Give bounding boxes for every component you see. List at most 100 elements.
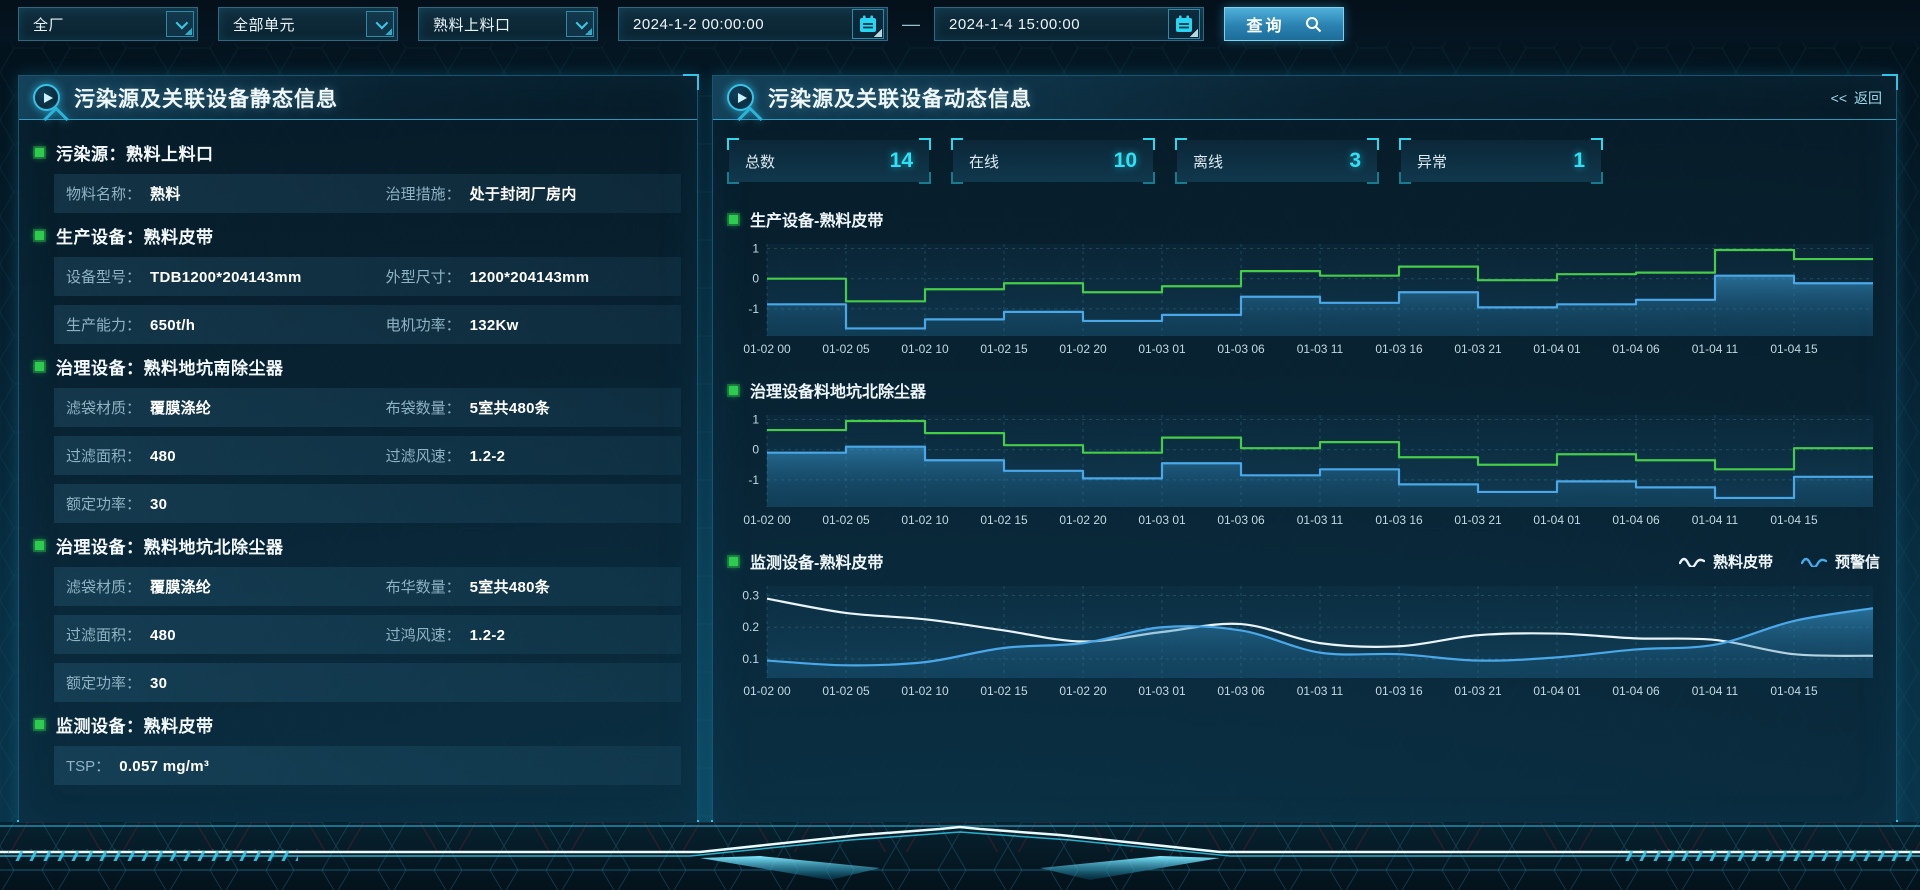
stat-value: 10 (1114, 149, 1137, 173)
back-button-label: 返回 (1854, 88, 1882, 108)
info-label: 布华数量： (386, 576, 461, 597)
svg-text:01-04 15: 01-04 15 (1770, 684, 1818, 698)
info-section-heading: 生产设备：熟料皮带 (35, 223, 681, 248)
svg-text:01-03 21: 01-03 21 (1454, 684, 1502, 698)
chart-block-2: 监测设备-熟料皮带熟料皮带预警信0.30.20.101-02 0001-02 0… (727, 548, 1882, 707)
info-label: 过滤风速： (386, 445, 461, 466)
svg-text:01-04 15: 01-04 15 (1770, 342, 1818, 356)
play-icon (727, 84, 754, 111)
legend-item-预警信[interactable]: 预警信 (1801, 551, 1880, 572)
svg-text:01-04 11: 01-04 11 (1692, 684, 1739, 698)
stat-box-离线: 离线3 (1177, 140, 1377, 182)
info-row: TSP：0.057 mg/m³ (54, 746, 681, 785)
info-label: 滤袋材质： (66, 576, 141, 597)
svg-text:01-03 16: 01-03 16 (1375, 684, 1423, 698)
info-row: 设备型号： TDB1200*204143mm 外型尺寸： 1200*204143mm (54, 257, 681, 296)
play-icon (33, 84, 60, 111)
green-square-bullet-icon (35, 148, 44, 157)
svg-text:01-02 10: 01-02 10 (901, 513, 949, 527)
info-section-heading: 监测设备：熟料皮带 (35, 712, 681, 737)
svg-text:1: 1 (752, 413, 759, 427)
info-row: 滤袋材质：覆膜涤纶布袋数量：5室共480条 (54, 388, 681, 427)
svg-text:01-02 15: 01-02 15 (980, 342, 1028, 356)
date-to-field[interactable]: 2024-1-4 15:00:00 (934, 7, 1204, 41)
info-row: 生产能力：650t/h电机功率：132Kw (54, 305, 681, 344)
info-label: 布袋数量： (386, 397, 461, 418)
chart-canvas: 10-101-02 0001-02 0501-02 1001-02 1501-0… (727, 238, 1877, 360)
dynamic-info-body: 总数14在线10离线3异常1 生产设备-熟料皮带10-101-02 0001-0… (713, 120, 1896, 729)
info-value: 1200*204143mm (470, 269, 590, 286)
info-row: 物料名称：熟料治理措施：处于封闭厂房内 (54, 174, 681, 213)
info-label: 设备型号： (66, 266, 141, 287)
info-value: TDB1200*204143mm (150, 269, 302, 286)
info-value: 1.2-2 (470, 627, 506, 644)
stat-label: 总数 (745, 151, 775, 172)
svg-text:01-04 01: 01-04 01 (1533, 684, 1581, 698)
date-from-value: 2024-1-2 00:00:00 (633, 16, 764, 33)
svg-text:01-03 21: 01-03 21 (1454, 342, 1502, 356)
info-row: 滤袋材质：覆膜涤纶布华数量：5室共480条 (54, 567, 681, 606)
info-value: 覆膜涤纶 (150, 576, 211, 597)
svg-text:01-02 20: 01-02 20 (1059, 684, 1107, 698)
info-label: 额定功率： (66, 493, 141, 514)
info-section-heading: 治理设备：熟料地坑北除尘器 (35, 533, 681, 558)
static-panel-header: 污染源及关联设备静态信息 (19, 76, 697, 120)
legend-item-熟料皮带[interactable]: 熟料皮带 (1679, 551, 1773, 572)
svg-text:-1: -1 (748, 473, 759, 487)
info-value: 480 (150, 627, 176, 644)
query-button-label: 查询 (1246, 12, 1284, 36)
info-value: 1.2-2 (470, 448, 506, 465)
info-label: 外型尺寸： (386, 266, 461, 287)
calendar-icon[interactable] (1168, 9, 1200, 39)
info-label: 过滤面积： (66, 445, 141, 466)
info-label: 滤袋材质： (66, 397, 141, 418)
stat-value: 14 (890, 149, 913, 173)
svg-text:0.2: 0.2 (742, 620, 759, 634)
info-value: 650t/h (150, 317, 195, 334)
back-button[interactable]: << 返回 (1831, 88, 1882, 108)
chart-canvas: 10-101-02 0001-02 0501-02 1001-02 1501-0… (727, 409, 1877, 531)
svg-text:01-04 06: 01-04 06 (1612, 684, 1660, 698)
pollution-source-select[interactable]: 熟料上料口 (418, 7, 598, 41)
dynamic-panel-header: 污染源及关联设备动态信息 << 返回 (713, 76, 1896, 120)
dynamic-panel-title: 污染源及关联设备动态信息 (768, 83, 1032, 113)
svg-text:0: 0 (752, 443, 759, 457)
query-button[interactable]: 查询 (1224, 7, 1344, 41)
green-square-bullet-icon (35, 720, 44, 729)
calendar-icon[interactable] (852, 9, 884, 39)
svg-text:01-03 01: 01-03 01 (1138, 513, 1186, 527)
svg-text:01-03 11: 01-03 11 (1297, 684, 1344, 698)
date-from-field[interactable]: 2024-1-2 00:00:00 (618, 7, 888, 41)
svg-text:01-03 01: 01-03 01 (1138, 684, 1186, 698)
date-to-value: 2024-1-4 15:00:00 (949, 16, 1080, 33)
chevron-down-icon (366, 11, 394, 37)
wave-line-icon (1801, 555, 1827, 567)
svg-text:01-03 06: 01-03 06 (1217, 513, 1265, 527)
svg-text:01-04 06: 01-04 06 (1612, 342, 1660, 356)
svg-text:01-04 01: 01-04 01 (1533, 342, 1581, 356)
section-heading-text: 污染源：熟料上料口 (56, 140, 214, 165)
svg-text:01-02 20: 01-02 20 (1059, 513, 1107, 527)
info-label: 过滤面积： (66, 624, 141, 645)
wave-line-icon (1679, 555, 1705, 567)
static-panel-title: 污染源及关联设备静态信息 (74, 83, 338, 113)
info-row: 额定功率：30 (54, 484, 681, 523)
info-value: 处于封闭厂房内 (470, 183, 577, 204)
back-arrows-icon: << (1831, 90, 1847, 106)
svg-text:01-02 10: 01-02 10 (901, 342, 949, 356)
stat-box-异常: 异常1 (1401, 140, 1601, 182)
chevron-down-icon (566, 11, 594, 37)
svg-text:01-03 11: 01-03 11 (1297, 342, 1344, 356)
svg-text:0.1: 0.1 (742, 652, 759, 666)
stat-box-在线: 在线10 (953, 140, 1153, 182)
plant-select[interactable]: 全厂 (18, 7, 198, 41)
info-value: 5室共480条 (470, 397, 550, 418)
stat-box-总数: 总数 14 (729, 140, 929, 182)
svg-text:01-03 11: 01-03 11 (1297, 513, 1344, 527)
info-label: 生产能力： (66, 314, 141, 335)
svg-text:01-03 01: 01-03 01 (1138, 342, 1186, 356)
svg-text:01-04 06: 01-04 06 (1612, 513, 1660, 527)
topbar: 全厂 全部单元 熟料上料口 2024-1-2 00:00:00 — 2024-1… (0, 0, 1920, 48)
svg-text:01-03 21: 01-03 21 (1454, 513, 1502, 527)
unit-select[interactable]: 全部单元 (218, 7, 398, 41)
